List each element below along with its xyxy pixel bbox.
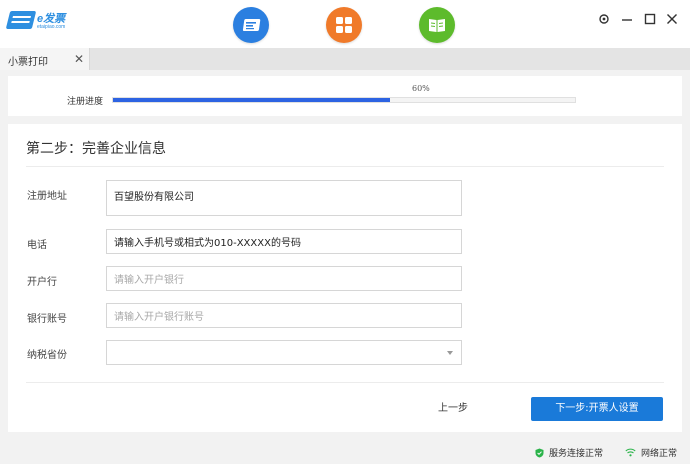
logo-mark-icon <box>5 11 37 29</box>
company-info-form: 第二步：完善企业信息 注册地址 百望股份有限公司 电话 请输入手机号或相式为01… <box>8 124 682 432</box>
address-field[interactable]: 百望股份有限公司 <box>106 180 462 216</box>
address-value: 百望股份有限公司 <box>114 192 194 203</box>
chevron-down-icon <box>447 351 453 355</box>
shield-check-icon <box>535 448 544 457</box>
network-status: 网络正常 <box>625 446 677 459</box>
phone-label: 电话 <box>27 240 47 251</box>
app-logo: e发票 etaipiao.com <box>5 10 72 34</box>
bank-placeholder: 请输入开户银行 <box>114 275 184 286</box>
book-icon[interactable] <box>419 7 455 43</box>
progress-bar <box>112 97 576 103</box>
maximize-icon[interactable] <box>643 12 657 26</box>
bank-label: 开户行 <box>27 277 57 288</box>
settings-gear-icon[interactable] <box>597 12 611 26</box>
service-status: 服务连接正常 <box>535 446 603 459</box>
account-field[interactable]: 请输入开户银行账号 <box>106 303 462 328</box>
apps-grid-icon[interactable] <box>326 7 362 43</box>
account-label: 银行账号 <box>27 314 67 325</box>
minimize-icon[interactable] <box>620 12 634 26</box>
wifi-icon <box>625 448 636 457</box>
title-bar: e发票 etaipiao.com <box>0 0 690 48</box>
tab-receipt-print[interactable]: 小票打印 ✕ <box>0 48 90 70</box>
close-window-icon[interactable] <box>665 12 679 26</box>
registration-progress: 注册进度 60% <box>8 76 682 116</box>
next-step-button[interactable]: 下一步:开票人设置 <box>531 397 663 421</box>
progress-percent: 60% <box>412 84 430 93</box>
prev-step-button[interactable]: 上一步 <box>418 398 488 420</box>
tab-label: 小票打印 <box>8 57 48 68</box>
province-select[interactable] <box>106 340 462 365</box>
phone-field[interactable]: 请输入手机号或相式为010-XXXXX的号码 <box>106 229 462 254</box>
network-status-text: 网络正常 <box>641 449 678 459</box>
footer-divider <box>26 382 664 383</box>
progress-bar-fill <box>113 98 391 102</box>
progress-label: 注册进度 <box>67 97 104 107</box>
service-status-text: 服务连接正常 <box>549 449 604 459</box>
tab-close-icon[interactable]: ✕ <box>73 52 85 66</box>
account-placeholder: 请输入开户银行账号 <box>114 312 204 323</box>
logo-subtext: etaipiao.com <box>37 24 66 30</box>
tab-strip: 小票打印 ✕ <box>0 48 690 70</box>
address-label: 注册地址 <box>27 191 67 202</box>
bank-field[interactable]: 请输入开户银行 <box>106 266 462 291</box>
phone-value: 请输入手机号或相式为010-XXXXX的号码 <box>114 238 301 249</box>
page-title: 第二步：完善企业信息 <box>26 141 166 157</box>
invoice-card-icon[interactable] <box>233 7 269 43</box>
status-bar: 服务连接正常 网络正常 <box>0 438 690 464</box>
title-divider <box>26 166 664 167</box>
province-label: 纳税省份 <box>27 350 67 361</box>
